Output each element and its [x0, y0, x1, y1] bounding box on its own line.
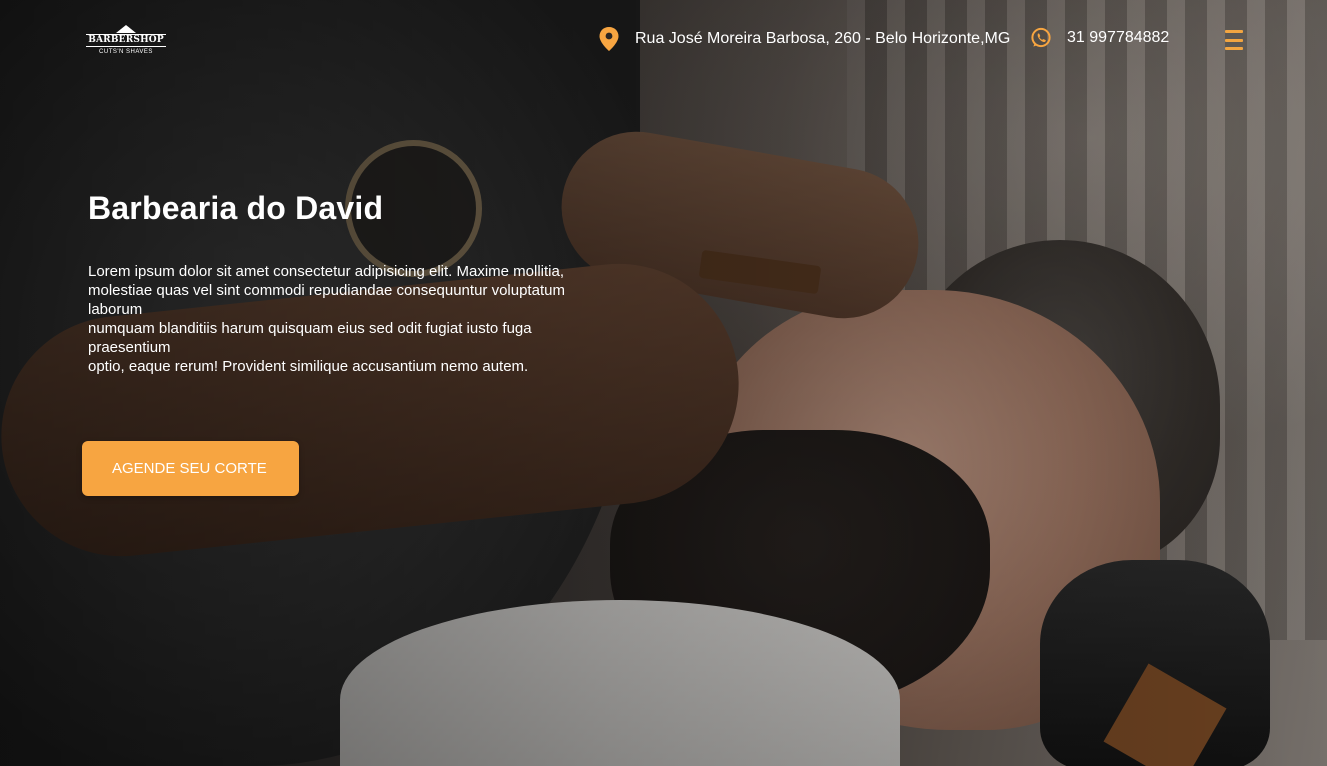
menu-bar-3	[1225, 47, 1243, 50]
page-title: Barbearia do David	[88, 190, 384, 226]
hero-description-line: molestiae quas vel sint commodi repudian…	[88, 282, 565, 318]
schedule-button[interactable]: AGENDE SEU CORTE	[82, 441, 299, 496]
hero-description-line: optio, eaque rerum! Provident similique …	[88, 358, 529, 375]
phone-number: 31 997784882	[1067, 29, 1170, 46]
hero-description-line: numquam blanditiis harum quisquam eius s…	[88, 320, 532, 356]
top-navbar: BARBERSHOP CUTS'N SHAVES Rua José Moreir…	[0, 0, 1327, 80]
map-pin-icon	[598, 27, 620, 51]
whatsapp-icon	[1030, 27, 1052, 49]
hero-description: Lorem ipsum dolor sit amet consectetur a…	[88, 262, 568, 376]
brand-logo[interactable]: BARBERSHOP CUTS'N SHAVES	[86, 20, 166, 60]
logo-subtitle: CUTS'N SHAVES	[99, 49, 153, 55]
hero-section: BARBERSHOP CUTS'N SHAVES Rua José Moreir…	[0, 0, 1327, 766]
logo-title: BARBERSHOP	[86, 34, 166, 47]
phone-info[interactable]: 31 997784882	[1030, 24, 1169, 52]
menu-bar-2	[1225, 38, 1243, 42]
address-info: Rua José Moreira Barbosa, 260 - Belo Hor…	[598, 25, 1010, 53]
menu-bar-1	[1225, 30, 1243, 33]
address-text: Rua José Moreira Barbosa, 260 - Belo Hor…	[635, 30, 1011, 47]
hamburger-menu-icon[interactable]	[1225, 30, 1247, 50]
dark-overlay	[0, 0, 1327, 766]
scissors-icon	[116, 25, 136, 33]
hero-description-line: Lorem ipsum dolor sit amet consectetur a…	[88, 263, 565, 280]
